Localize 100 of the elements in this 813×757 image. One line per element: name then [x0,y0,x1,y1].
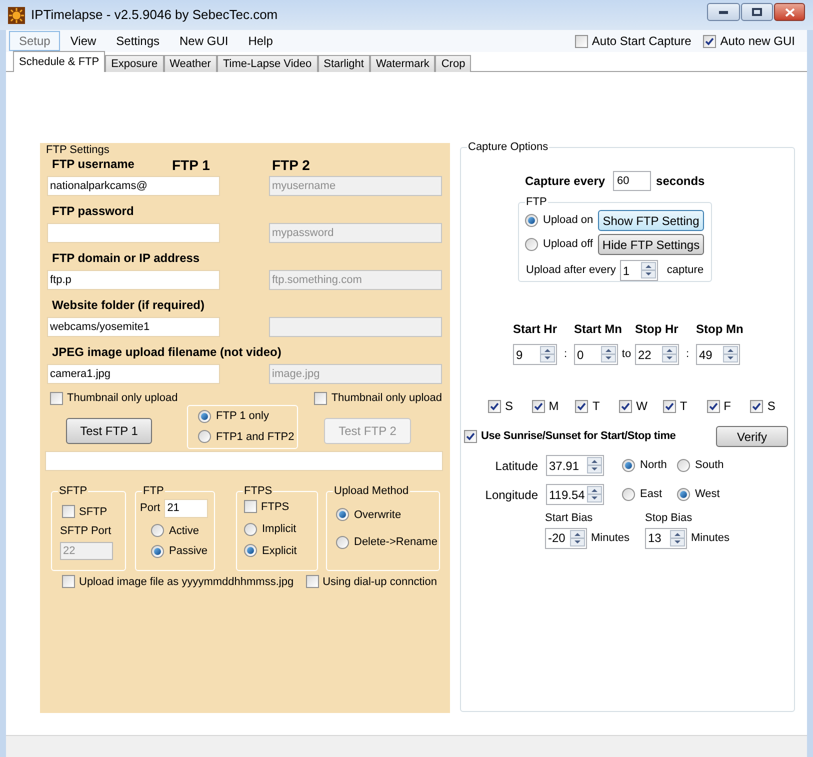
push-button[interactable]: Test FTP 1 [66,418,152,444]
checkbox-label: Auto new GUI [720,33,795,50]
checkbox[interactable] [488,400,501,412]
spinner-value[interactable]: 37.91 [547,456,587,474]
tab[interactable]: Weather [164,55,217,72]
radio-button[interactable] [525,214,538,227]
spinner-value[interactable]: 0 [575,346,601,364]
checkbox[interactable] [662,400,676,412]
radio-button[interactable] [336,508,349,522]
checkbox[interactable] [575,400,588,412]
checkbox[interactable] [306,575,319,588]
spinner-value[interactable]: 119.54 [547,486,587,504]
spin-arrows-icon[interactable] [601,346,616,363]
minimize-button[interactable] [707,3,740,21]
spin-arrows-icon[interactable] [640,262,656,279]
push-button[interactable]: Verify [716,426,788,447]
text-field[interactable]: mypassword [269,223,442,243]
checkbox[interactable] [619,400,632,412]
spin-arrows-icon[interactable] [587,457,602,474]
text-field[interactable]: webcams/yosemite1 [47,317,220,337]
text-field[interactable]: 60 [613,171,652,191]
radio-label: Upload on [543,213,594,228]
unit-label: seconds [656,173,705,190]
checkbox[interactable] [464,430,477,443]
number-spinner[interactable]: 49 [696,344,740,365]
number-spinner[interactable]: 13 [645,528,687,548]
menu-item[interactable]: Setup [9,31,60,51]
close-button[interactable] [774,3,805,21]
number-spinner[interactable]: 9 [513,344,557,365]
radio-button[interactable] [622,488,635,501]
push-button[interactable]: Hide FTP Settings [598,234,704,255]
column-heading: Start Hr [513,321,557,338]
tab[interactable]: Starlight [318,55,370,72]
number-spinner[interactable]: 22 [635,344,679,365]
radio-label: Active [169,524,199,538]
maximize-button[interactable] [741,3,773,21]
spinner-value[interactable]: 49 [697,346,723,364]
radio-button[interactable] [198,430,211,444]
tab[interactable]: Exposure [105,55,164,72]
checkbox[interactable] [574,34,588,48]
text-field[interactable]: 21 [164,498,208,518]
number-spinner[interactable]: 37.91 [546,455,604,476]
radio-button[interactable] [151,524,164,538]
spin-arrows-icon[interactable] [570,530,585,546]
radio-button[interactable] [244,522,257,536]
text-field[interactable]: ftp.something.com [269,270,442,290]
spinner-value[interactable]: 1 [620,262,641,280]
tab[interactable]: Schedule & FTP [13,51,106,72]
radio-label: FTP 1 only [216,409,269,424]
radio-button[interactable] [677,459,690,472]
spinner-value[interactable]: -20 [546,529,570,547]
spin-arrows-icon[interactable] [723,346,738,363]
checkbox[interactable] [314,392,328,405]
menu-item[interactable]: New GUI [170,31,238,51]
spinner-value[interactable]: 9 [514,346,540,364]
spin-arrows-icon[interactable] [670,530,685,546]
number-spinner[interactable]: 0 [574,344,618,365]
spin-arrows-icon[interactable] [587,486,602,503]
text-field[interactable]: nationalparkcams@ [47,176,220,196]
text-field[interactable]: myusername [269,176,442,196]
radio-button[interactable] [525,238,538,251]
field-label: SFTP Port [60,524,112,539]
text-field[interactable] [269,317,442,337]
radio-button[interactable] [677,488,690,501]
radio-label: North [640,458,667,474]
radio-button[interactable] [151,544,164,558]
checkbox[interactable] [703,34,716,48]
checkbox[interactable] [750,400,764,412]
checkbox[interactable] [532,400,545,412]
spin-arrows-icon[interactable] [540,346,555,363]
radio-button[interactable] [244,544,257,558]
column-heading: Stop Hr [635,321,679,338]
tab[interactable]: Watermark [370,55,436,72]
checkbox[interactable] [62,505,75,518]
checkbox-label: S [505,398,514,415]
radio-button[interactable] [336,536,349,549]
menu-item[interactable]: Help [238,31,283,51]
spin-arrows-icon[interactable] [662,346,677,363]
tab[interactable]: Crop [435,55,472,72]
checkbox-label: T [592,398,600,415]
checkbox[interactable] [62,575,75,588]
menu-item[interactable]: View [60,31,106,51]
number-spinner[interactable]: 119.54 [546,484,604,505]
menu-item[interactable]: Settings [106,31,170,51]
push-button[interactable]: Show FTP Setting [598,210,704,231]
spinner-value[interactable]: 22 [636,346,662,364]
spinner-value[interactable]: 13 [646,529,670,547]
checkbox[interactable] [706,400,720,412]
text-field[interactable]: ftp.p [47,270,220,290]
number-spinner[interactable]: -20 [545,528,587,548]
text-field[interactable] [47,223,220,243]
checkbox[interactable] [244,500,257,514]
field-label: Website folder (if required) [52,297,204,314]
tab[interactable]: Time-Lapse Video [216,55,318,72]
radio-button[interactable] [198,410,211,423]
text-field[interactable]: image.jpg [269,364,442,384]
radio-button[interactable] [622,459,635,472]
checkbox[interactable] [50,392,63,405]
number-spinner[interactable]: 1 [620,260,658,281]
text-field[interactable]: camera1.jpg [47,364,220,384]
